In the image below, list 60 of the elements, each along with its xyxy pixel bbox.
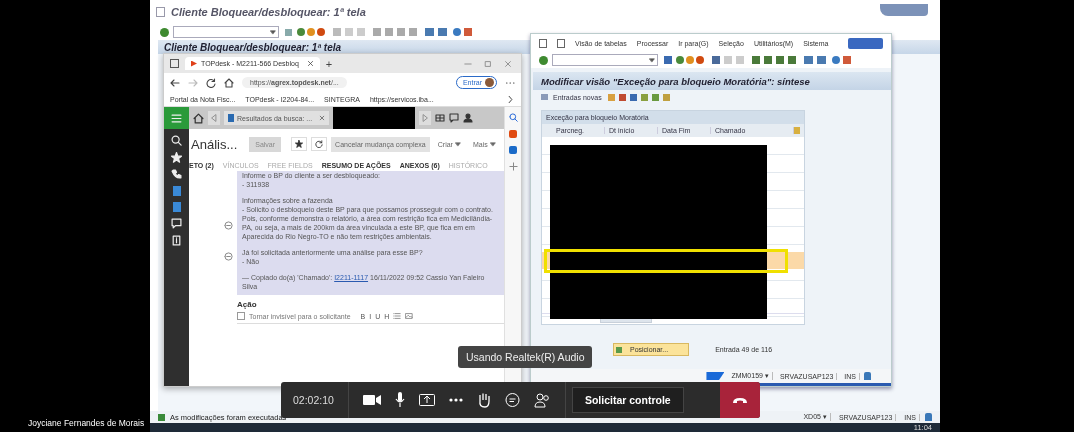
- call-duration: 02:02:10: [293, 394, 334, 406]
- tab-actions-icon[interactable]: [170, 59, 179, 68]
- document-icon: [156, 7, 165, 17]
- star-button[interactable]: [291, 137, 308, 151]
- office-icon[interactable]: [509, 130, 517, 138]
- caret-icon[interactable]: [454, 141, 461, 147]
- back-arrow-icon[interactable]: [170, 77, 180, 88]
- command-field[interactable]: [173, 26, 279, 38]
- more-icon[interactable]: [448, 398, 463, 402]
- check-icon[interactable]: [160, 27, 169, 37]
- star-icon[interactable]: [295, 140, 304, 148]
- new-tab-button[interactable]: +: [325, 57, 333, 70]
- people-icon[interactable]: [533, 392, 551, 408]
- toolbar-icons-drawing[interactable]: [662, 55, 852, 65]
- window-controls-icon[interactable]: [848, 37, 883, 49]
- screen-header: Cliente Bloquear/desbloquear: 1ª tela: [164, 41, 342, 53]
- close-icon[interactable]: [306, 60, 314, 67]
- close-icon[interactable]: [319, 115, 326, 121]
- dropdown-caret-icon[interactable]: [270, 29, 276, 35]
- lock-icon[interactable]: [864, 372, 871, 380]
- request-control-button[interactable]: Solicitar controle: [571, 387, 684, 413]
- section-label: Ação: [237, 300, 258, 309]
- record-title: Anális...: [191, 136, 238, 152]
- screen-header: Modificar visão "Exceção para bloqueio Moratória": síntese: [541, 75, 810, 87]
- home-icon[interactable]: [224, 77, 234, 88]
- window-controls-icon[interactable]: [880, 4, 928, 16]
- close-icon[interactable]: [504, 59, 512, 68]
- toolbar-icons-drawing[interactable]: [283, 27, 473, 37]
- phone-icon[interactable]: [171, 169, 182, 180]
- tooltip: Usando Realtek(R) Audio: [458, 346, 593, 368]
- sap-logo: [706, 372, 725, 380]
- check-icon[interactable]: [539, 55, 548, 65]
- checkmark-icon: [158, 413, 165, 421]
- collapse-icon[interactable]: [224, 221, 233, 230]
- reload-icon[interactable]: [206, 77, 216, 88]
- microphone-icon[interactable]: [394, 392, 405, 408]
- caret-icon[interactable]: [489, 141, 496, 147]
- home-icon[interactable]: [193, 112, 204, 124]
- dropdown-caret-icon[interactable]: [649, 57, 655, 63]
- mail-icon[interactable]: [509, 146, 517, 154]
- checkbox[interactable]: [237, 312, 245, 320]
- list-icon[interactable]: [393, 312, 402, 320]
- reload-icon[interactable]: [315, 140, 324, 148]
- participant-name: Joyciane Fernandes de Morais: [28, 418, 145, 428]
- raise-hand-icon[interactable]: [476, 392, 491, 408]
- chat-icon[interactable]: [449, 113, 460, 123]
- share-screen-icon[interactable]: [418, 394, 435, 406]
- camera-icon[interactable]: [362, 394, 381, 406]
- image-icon[interactable]: [405, 312, 414, 320]
- user-icon[interactable]: [463, 113, 474, 123]
- hang-up-button[interactable]: [720, 382, 760, 418]
- lock-icon[interactable]: [925, 413, 932, 421]
- hang-up-icon: [732, 396, 748, 404]
- refresh-button[interactable]: [311, 137, 328, 151]
- window-title: Cliente Bloquear/desbloquear: 1ª tela: [171, 6, 366, 18]
- add-icon[interactable]: [508, 162, 518, 171]
- chevron-right-icon[interactable]: [506, 94, 515, 104]
- collapse-icon[interactable]: [224, 252, 233, 261]
- command-field[interactable]: [552, 54, 658, 66]
- grid-icon[interactable]: [435, 113, 446, 123]
